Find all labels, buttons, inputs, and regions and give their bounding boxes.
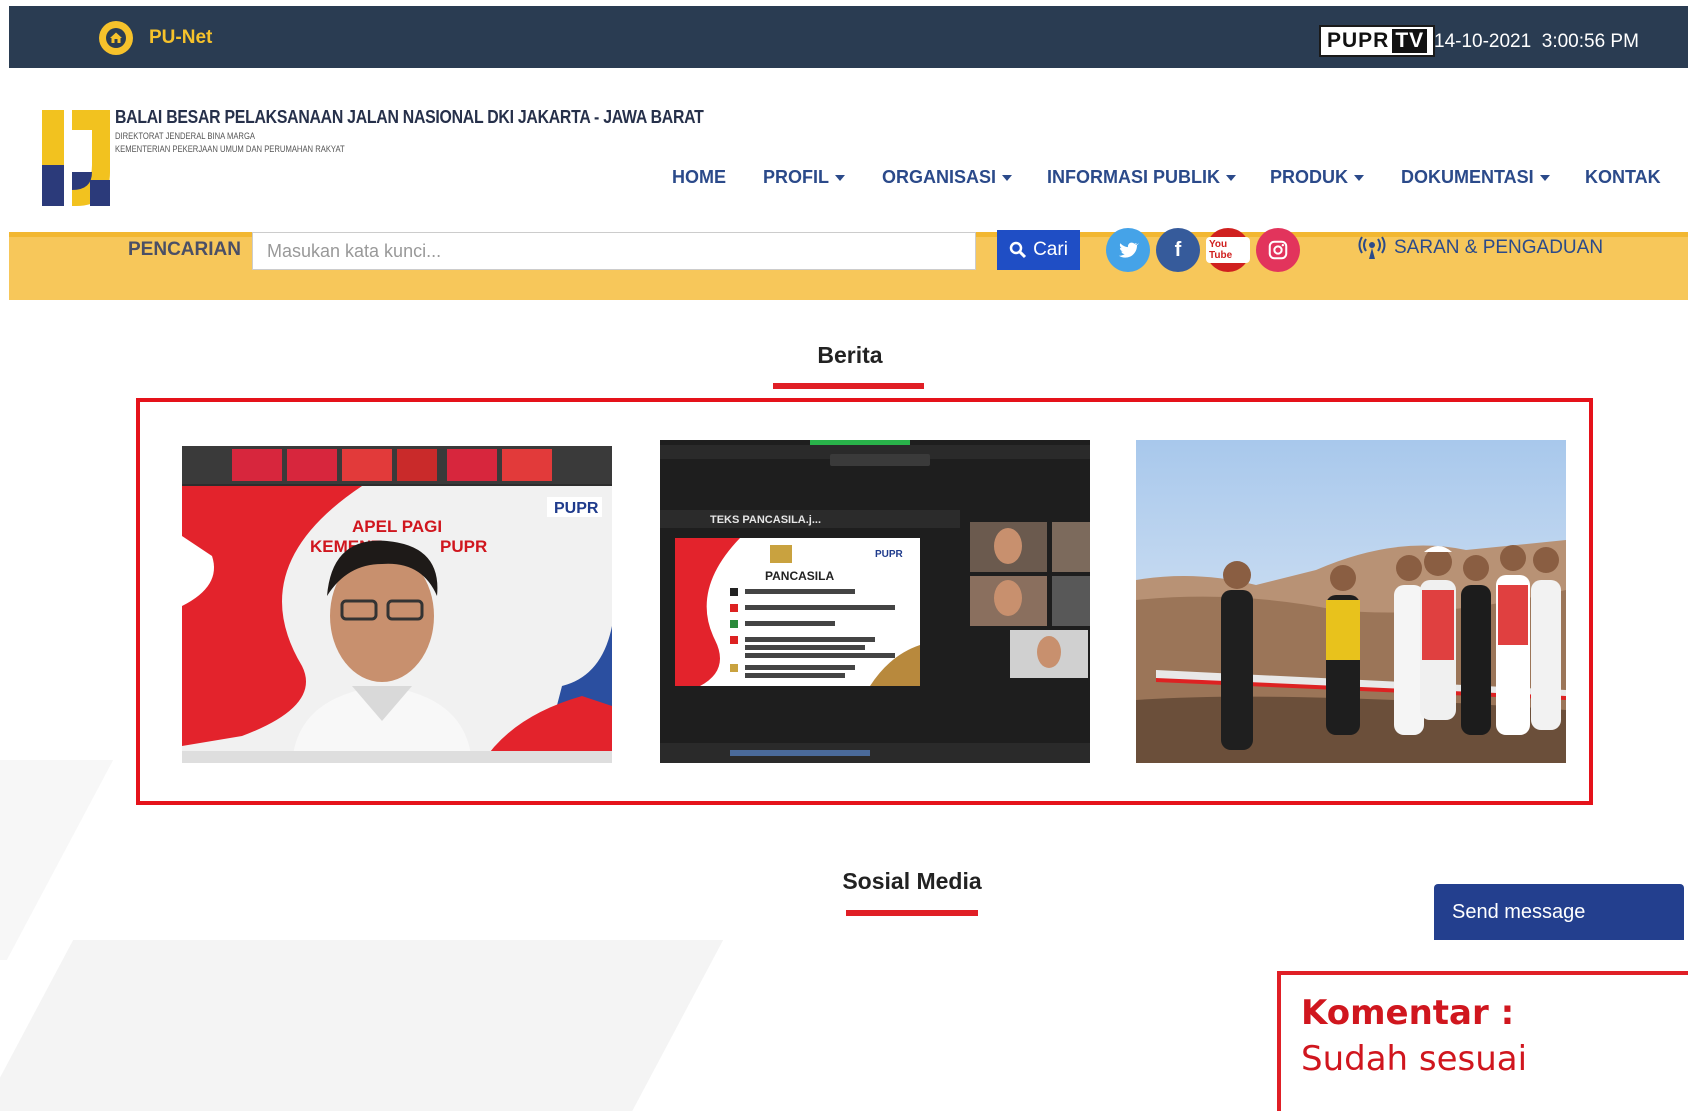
- facebook-icon[interactable]: f: [1156, 228, 1200, 272]
- search-icon: [1009, 241, 1027, 259]
- svg-text:PUPR: PUPR: [440, 537, 487, 556]
- svg-text:TEKS PANCASILA.j...: TEKS PANCASILA.j...: [710, 514, 821, 526]
- comment-title: Komentar :: [1301, 993, 1515, 1033]
- news-thumb-site-visit[interactable]: [1136, 440, 1566, 763]
- title-underline: [846, 910, 978, 916]
- background-shape: [0, 940, 724, 1111]
- org-name: BALAI BESAR PELAKSANAAN JALAN NASIONAL D…: [115, 107, 704, 127]
- youtube-glyph: You Tube: [1206, 237, 1250, 263]
- sosial-media-title: Sosial Media: [842, 868, 982, 894]
- search-input[interactable]: [252, 232, 976, 270]
- caret-down-icon: [835, 175, 845, 182]
- nav-label: ORGANISASI: [882, 167, 997, 187]
- search-button-label: Cari: [1033, 239, 1068, 260]
- nav-produk[interactable]: PRODUK: [1270, 167, 1365, 188]
- news-image: TEKS PANCASILA.j... PANCASILA PUPR: [660, 440, 1090, 763]
- search-button[interactable]: Cari: [997, 230, 1080, 270]
- svg-text:PUPR: PUPR: [554, 500, 599, 517]
- date-text: 14-10-2021: [1434, 31, 1532, 52]
- facebook-glyph: f: [1174, 238, 1182, 261]
- svg-text:PUPR: PUPR: [875, 549, 904, 560]
- caret-down-icon: [1539, 175, 1550, 182]
- nav-label: DOKUMENTASI: [1401, 167, 1534, 187]
- nav-label: INFORMASI PUBLIK: [1047, 167, 1220, 187]
- search-label: PENCARIAN: [128, 239, 241, 260]
- title-underline: [773, 383, 924, 389]
- caret-down-icon: [1002, 175, 1013, 182]
- nav-dokumentasi[interactable]: DOKUMENTASI: [1401, 167, 1550, 188]
- nav-label: KONTAK: [1585, 167, 1661, 187]
- background-shape: [0, 760, 114, 960]
- thumb-text: APEL PAGI: [352, 517, 442, 536]
- news-image: PUPR APEL PAGI KEMENT PUPR: [182, 446, 612, 763]
- pupr-tv-logo[interactable]: PUPR TV: [1319, 25, 1436, 57]
- org-subtitle: KEMENTERIAN PEKERJAAN UMUM DAN PERUMAHAN…: [115, 144, 345, 154]
- nav-organisasi[interactable]: ORGANISASI: [882, 167, 1013, 188]
- news-thumb-pancasila[interactable]: TEKS PANCASILA.j... PANCASILA PUPR: [660, 440, 1090, 763]
- nav-informasi-publik[interactable]: INFORMASI PUBLIK: [1047, 167, 1236, 188]
- send-message-button[interactable]: Send message: [1434, 884, 1684, 940]
- saran-pengaduan-link[interactable]: SARAN & PENGADUAN: [1358, 236, 1603, 260]
- comment-box: Komentar : Sudah sesuai: [1277, 971, 1688, 1111]
- top-bar: PU-Net PUPR TV 14-10-2021 3:00:56 PM: [9, 6, 1688, 68]
- nav-label: HOME: [672, 167, 726, 187]
- news-thumb-apel-pagi[interactable]: PUPR APEL PAGI KEMENT PUPR: [182, 446, 612, 763]
- org-subtitle: DIREKTORAT JENDERAL BINA MARGA: [115, 131, 255, 141]
- pupr-tv-logo-right: TV: [1392, 29, 1428, 53]
- nav-label: PROFIL: [763, 167, 829, 187]
- broadcast-icon: [1358, 236, 1386, 259]
- time-text: 3:00:56 PM: [1541, 31, 1639, 52]
- comment-body: Sudah sesuai: [1301, 1039, 1528, 1079]
- nav-kontak[interactable]: KONTAK: [1585, 167, 1661, 188]
- nav-label: PRODUK: [1270, 167, 1349, 187]
- pupr-logo-icon[interactable]: [42, 110, 110, 206]
- saran-label: SARAN & PENGADUAN: [1394, 237, 1604, 258]
- nav-profil[interactable]: PROFIL: [763, 167, 845, 188]
- nav-home[interactable]: HOME: [672, 167, 726, 188]
- home-icon[interactable]: [99, 21, 133, 55]
- instagram-icon[interactable]: [1256, 228, 1300, 272]
- svg-text:PANCASILA: PANCASILA: [765, 569, 834, 583]
- berita-title: Berita: [817, 342, 883, 368]
- caret-down-icon: [1354, 175, 1365, 182]
- datetime-display: 14-10-2021 3:00:56 PM: [1434, 31, 1639, 53]
- caret-down-icon: [1226, 175, 1236, 182]
- site-name-link[interactable]: PU-Net: [149, 27, 212, 49]
- pupr-tv-logo-left: PUPR: [1327, 29, 1390, 52]
- twitter-icon[interactable]: [1106, 228, 1150, 272]
- news-image: [1136, 440, 1566, 763]
- youtube-icon[interactable]: You Tube: [1206, 228, 1250, 272]
